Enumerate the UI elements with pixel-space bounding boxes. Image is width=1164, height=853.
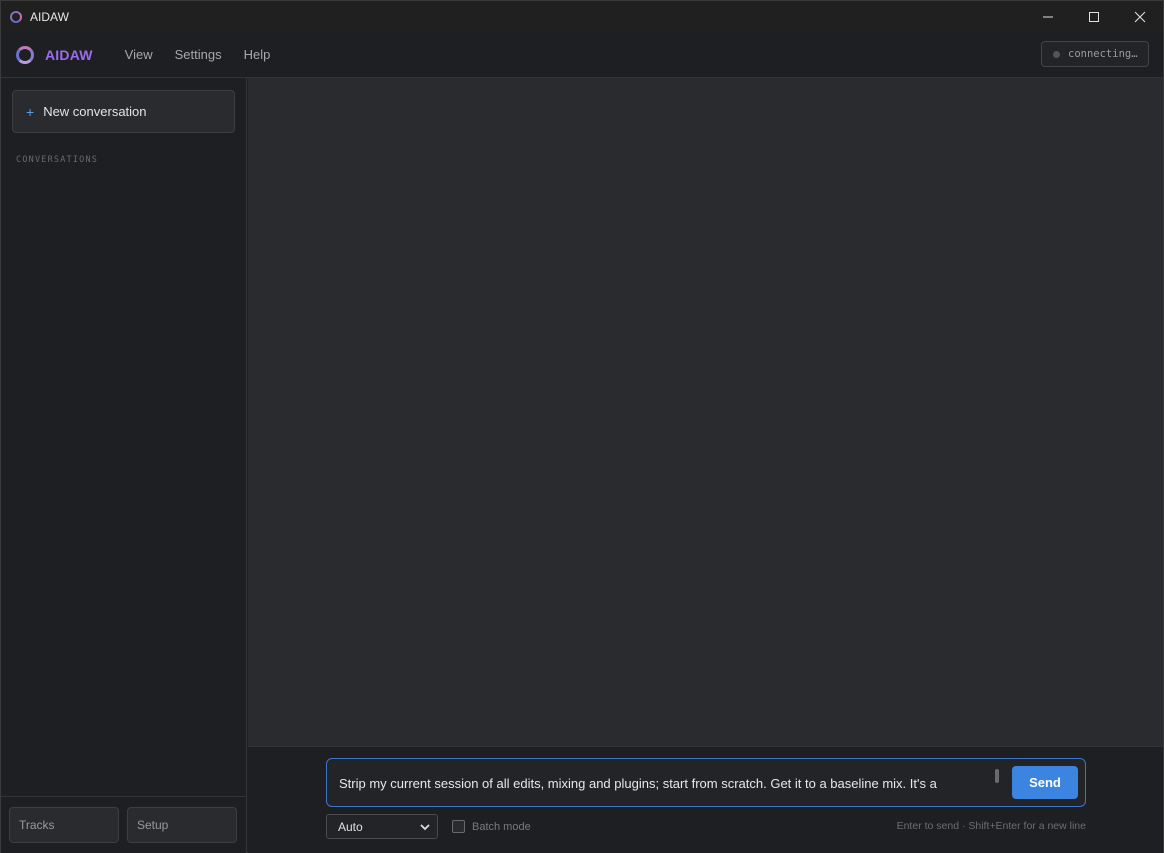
window-controls: [1025, 1, 1163, 32]
batch-mode-label: Batch mode: [472, 820, 531, 833]
message-input[interactable]: Strip my current session of all edits, m…: [326, 758, 1086, 807]
minimize-button[interactable]: [1025, 1, 1071, 32]
menu-bar: AIDAW View Settings Help connecting…: [1, 32, 1163, 78]
new-conversation-button[interactable]: + New conversation: [12, 90, 235, 133]
batch-mode-toggle[interactable]: Batch mode: [452, 820, 531, 833]
maximize-icon: [1089, 11, 1099, 22]
new-conversation-label: New conversation: [43, 104, 147, 119]
connection-status-badge: connecting…: [1041, 41, 1149, 67]
window-title: AIDAW: [30, 9, 69, 24]
minimize-icon: [1043, 16, 1053, 17]
menu-help[interactable]: Help: [244, 47, 271, 62]
batch-mode-checkbox[interactable]: [452, 820, 465, 833]
setup-button[interactable]: Setup: [127, 807, 237, 843]
sidebar-footer: Tracks Setup: [1, 796, 246, 853]
menu-settings[interactable]: Settings: [175, 47, 222, 62]
chat-area: [248, 78, 1163, 746]
send-button[interactable]: Send: [1012, 766, 1078, 799]
close-icon: [1134, 11, 1146, 22]
brand-name: AIDAW: [45, 46, 93, 63]
input-scrollbar[interactable]: [995, 769, 999, 783]
composer: Strip my current session of all edits, m…: [248, 746, 1163, 853]
menu-view[interactable]: View: [125, 47, 153, 62]
sidebar: + New conversation CONVERSATIONS Tracks …: [1, 78, 247, 853]
chevron-down-icon: [420, 824, 430, 831]
app-window: AIDAW AIDAW View Settings Help connectin…: [0, 0, 1164, 853]
keyboard-hint: Enter to send · Shift+Enter for a new li…: [896, 820, 1086, 832]
message-input-text[interactable]: Strip my current session of all edits, m…: [339, 776, 989, 791]
mode-select-value: Auto: [338, 819, 363, 834]
brand-logo-icon: [16, 45, 34, 64]
status-dot-icon: [1053, 50, 1060, 58]
title-bar: AIDAW: [1, 1, 1163, 32]
connection-status-text: connecting…: [1068, 48, 1138, 60]
conversations-header: CONVERSATIONS: [16, 155, 99, 165]
maximize-button[interactable]: [1071, 1, 1117, 32]
tracks-button[interactable]: Tracks: [9, 807, 119, 843]
app-logo-icon: [10, 10, 22, 23]
plus-icon: +: [26, 103, 35, 120]
mode-select[interactable]: Auto: [326, 814, 438, 839]
close-button[interactable]: [1117, 1, 1163, 32]
